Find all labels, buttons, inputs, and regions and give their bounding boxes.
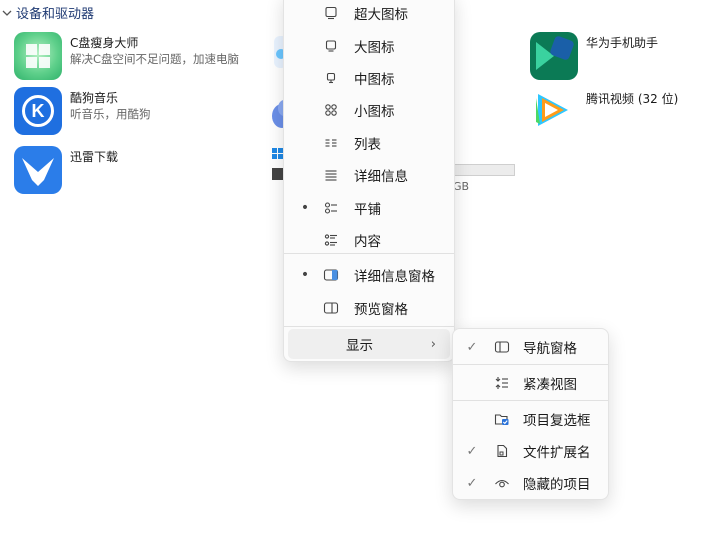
menu-item-label: 预览窗格	[354, 302, 408, 318]
chevron-right-icon: ›	[430, 336, 436, 352]
menu-item-label: 中图标	[354, 72, 395, 88]
kugou-icon: K	[14, 87, 62, 135]
menu-item-small-icons[interactable]: 小图标	[288, 95, 450, 125]
details-pane-icon	[322, 266, 340, 284]
menu-item-label: 详细信息窗格	[354, 269, 435, 285]
menu-item-label: 平铺	[354, 202, 381, 218]
eye-icon	[493, 474, 511, 492]
small-monitor-icon	[322, 69, 340, 87]
submenu-item-label: 紧凑视图	[523, 377, 577, 393]
app-name: 华为手机助手	[586, 36, 659, 50]
content-icon	[322, 231, 340, 249]
submenu-item-navigation-pane[interactable]: ✓ 导航窗格	[457, 332, 604, 362]
preview-pane-icon	[322, 299, 340, 317]
list-icon	[322, 134, 340, 152]
app-tile-xunlei[interactable]: 迅雷下载	[14, 146, 118, 194]
drive-usage-bar	[452, 164, 515, 176]
menu-item-label: 显示	[346, 338, 373, 354]
app-tile-kugou[interactable]: K 酷狗音乐 听音乐，用酷狗	[14, 87, 151, 135]
item-checkbox-icon	[493, 410, 511, 428]
menu-item-details-pane[interactable]: • 详细信息窗格	[288, 260, 450, 290]
drive-size-label: GB	[453, 180, 470, 193]
show-submenu: ✓ 导航窗格 紧凑视图 项目复选框 ✓ 文件扩展名 ✓ 隐藏的项目	[452, 328, 609, 500]
submenu-item-label: 隐藏的项目	[523, 477, 591, 493]
menu-item-label: 详细信息	[354, 169, 408, 185]
menu-item-preview-pane[interactable]: 预览窗格	[288, 293, 450, 323]
menu-item-medium-icons[interactable]: 中图标	[288, 63, 450, 93]
huawei-icon	[530, 32, 578, 80]
grid-icon	[322, 101, 340, 119]
app-desc: 解决C盘空间不足问题，加速电脑	[70, 52, 240, 66]
app-name: C盘瘦身大师	[70, 36, 139, 50]
menu-item-label: 超大图标	[354, 7, 408, 23]
app-name: 腾讯视频 (32 位)	[586, 92, 679, 106]
xunlei-icon	[14, 146, 62, 194]
menu-item-label: 内容	[354, 234, 381, 250]
app-desc: 听音乐，用酷狗	[70, 107, 151, 121]
monitor-icon	[322, 4, 340, 22]
submenu-item-label: 导航窗格	[523, 341, 577, 357]
section-devices-drives[interactable]: 设备和驱动器	[2, 3, 94, 22]
menu-item-tiles[interactable]: • 平铺	[288, 193, 450, 223]
app-name: 酷狗音乐	[70, 91, 119, 105]
app-tile-tencent-video[interactable]: 腾讯视频 (32 位)	[530, 88, 678, 136]
file-extension-icon	[493, 442, 511, 460]
chevron-down-icon[interactable]	[2, 8, 12, 18]
check-icon: ✓	[466, 475, 478, 491]
app-tile-c-cleaner[interactable]: C盘瘦身大师 解决C盘空间不足问题，加速电脑	[14, 32, 239, 80]
selection-bullet: •	[300, 200, 310, 216]
menu-item-label: 列表	[354, 137, 381, 153]
menu-item-label: 大图标	[354, 40, 395, 56]
menu-separator	[284, 253, 454, 254]
view-menu: 超大图标 大图标 中图标 小图标 列表 详细信息 • 平铺 内容 • 详细信息窗…	[283, 0, 455, 362]
check-icon: ✓	[466, 339, 478, 355]
navigation-pane-icon	[493, 338, 511, 356]
submenu-item-file-extensions[interactable]: ✓ 文件扩展名	[457, 436, 604, 466]
menu-separator	[453, 400, 608, 401]
submenu-item-item-checkboxes[interactable]: 项目复选框	[457, 404, 604, 434]
tiles-icon	[322, 199, 340, 217]
app-name: 迅雷下载	[70, 150, 119, 164]
menu-item-details[interactable]: 详细信息	[288, 160, 450, 190]
menu-item-show[interactable]: 显示 ›	[288, 329, 450, 359]
menu-item-list[interactable]: 列表	[288, 128, 450, 158]
check-icon: ✓	[466, 443, 478, 459]
menu-item-large-icons[interactable]: 大图标	[288, 31, 450, 61]
tencent-video-icon	[530, 88, 578, 136]
menu-separator	[284, 326, 454, 327]
menu-separator	[453, 364, 608, 365]
section-title: 设备和驱动器	[16, 7, 95, 22]
obscured-cloud-icon	[270, 96, 284, 130]
submenu-item-compact-view[interactable]: 紧凑视图	[457, 368, 604, 398]
submenu-item-label: 项目复选框	[523, 413, 591, 429]
c-cleaner-icon	[14, 32, 62, 80]
app-tile-huawei[interactable]: 华为手机助手	[530, 32, 658, 80]
details-icon	[322, 166, 340, 184]
submenu-item-hidden-items[interactable]: ✓ 隐藏的项目	[457, 468, 604, 498]
menu-item-content[interactable]: 内容	[288, 225, 450, 255]
selection-bullet: •	[300, 267, 310, 283]
menu-item-label: 小图标	[354, 104, 395, 120]
compact-view-icon	[493, 374, 511, 392]
monitor-icon	[322, 37, 340, 55]
submenu-item-label: 文件扩展名	[523, 445, 591, 461]
menu-item-extra-large-icons[interactable]: 超大图标	[288, 0, 450, 28]
